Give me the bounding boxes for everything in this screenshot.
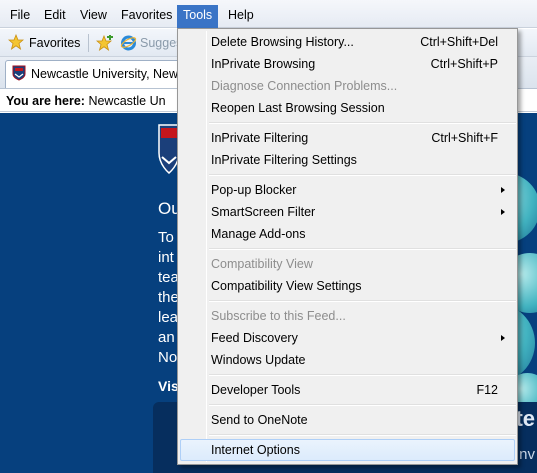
submenu-arrow-icon	[501, 335, 505, 341]
menu-item-inprivate-filtering[interactable]: InPrivate Filtering Ctrl+Shift+F	[180, 127, 515, 149]
menu-separator	[209, 404, 516, 406]
menu-separator	[209, 434, 516, 436]
favorites-button[interactable]: Favorites	[4, 32, 84, 54]
menu-item-label: InPrivate Filtering Settings	[211, 153, 357, 167]
menu-item-diagnose-connection: Diagnose Connection Problems...	[180, 75, 515, 97]
favorites-label: Favorites	[29, 36, 81, 50]
menu-favorites[interactable]: Favorites	[115, 5, 178, 25]
menu-item-shortcut: Ctrl+Shift+P	[430, 57, 498, 71]
menu-item-label: InPrivate Filtering	[211, 131, 309, 145]
page-text-line: the	[158, 289, 179, 306]
menu-item-label: Developer Tools	[211, 383, 301, 397]
menu-item-label: Subscribe to this Feed...	[211, 309, 346, 323]
menu-item-feed-discovery[interactable]: Feed Discovery	[180, 327, 515, 349]
star-icon	[8, 34, 24, 50]
breadcrumb-link[interactable]: Newcastle Un	[88, 94, 165, 108]
menu-separator	[209, 174, 516, 176]
toolbar-separator	[88, 34, 89, 52]
menu-item-manage-add-ons[interactable]: Manage Add-ons	[180, 223, 515, 245]
menu-item-shortcut: Ctrl+Shift+Del	[420, 35, 498, 49]
menu-separator	[209, 374, 516, 376]
page-text-line: No	[158, 349, 178, 366]
menu-item-label: Windows Update	[211, 353, 306, 367]
menu-item-label: Delete Browsing History...	[211, 35, 354, 49]
menu-separator	[209, 300, 516, 302]
add-to-favorites-icon[interactable]	[96, 35, 114, 51]
menu-view[interactable]: View	[74, 5, 113, 25]
page-text-line: tea	[158, 269, 179, 286]
breadcrumb-prefix: You are here:	[6, 94, 85, 108]
page-text-line: int	[158, 249, 174, 266]
menu-item-reopen-last-session[interactable]: Reopen Last Browsing Session	[180, 97, 515, 119]
page-text-line: To	[158, 229, 174, 246]
menu-item-subscribe-feed: Subscribe to this Feed...	[180, 305, 515, 327]
menu-item-inprivate-filtering-settings[interactable]: InPrivate Filtering Settings	[180, 149, 515, 171]
menu-item-label: Internet Options	[211, 443, 300, 457]
menu-item-inprivate-browsing[interactable]: InPrivate Browsing Ctrl+Shift+P	[180, 53, 515, 75]
newcastle-crest-icon	[12, 65, 26, 81]
menu-item-label: SmartScreen Filter	[211, 205, 316, 219]
submenu-arrow-icon	[501, 187, 505, 193]
menu-item-label: Compatibility View Settings	[211, 279, 362, 293]
menu-separator	[209, 122, 516, 124]
menu-item-send-to-onenote[interactable]: Send to OneNote	[180, 409, 515, 431]
menu-item-label: Send to OneNote	[211, 413, 308, 427]
menu-item-label: Diagnose Connection Problems...	[211, 79, 398, 93]
ie-logo-icon	[120, 35, 137, 51]
menu-bar: File Edit View Favorites Tools Help	[0, 0, 537, 28]
tab-newcastle[interactable]: Newcastle University, Newc	[5, 60, 195, 88]
menu-item-shortcut: Ctrl+Shift+F	[431, 131, 498, 145]
menu-item-windows-update[interactable]: Windows Update	[180, 349, 515, 371]
menu-item-compatibility-view-settings[interactable]: Compatibility View Settings	[180, 275, 515, 297]
menu-file[interactable]: File	[4, 5, 36, 25]
menu-item-label: Compatibility View	[211, 257, 313, 271]
menu-item-label: Manage Add-ons	[211, 227, 306, 241]
menu-edit[interactable]: Edit	[38, 5, 72, 25]
menu-item-smartscreen-filter[interactable]: SmartScreen Filter	[180, 201, 515, 223]
menu-item-label: Pop-up Blocker	[211, 183, 297, 197]
page-text-line: an	[158, 329, 175, 346]
menu-item-developer-tools[interactable]: Developer Tools F12	[180, 379, 515, 401]
menu-item-label: InPrivate Browsing	[211, 57, 316, 71]
suggested-sites-button[interactable]: Sugges	[120, 32, 182, 54]
page-text-line: lea	[158, 309, 179, 326]
menu-tools[interactable]: Tools	[177, 5, 219, 28]
menu-item-compatibility-view: Compatibility View	[180, 253, 515, 275]
tools-menu: Delete Browsing History... Ctrl+Shift+De…	[177, 28, 518, 465]
menu-item-internet-options[interactable]: Internet Options	[180, 439, 515, 461]
tab-title: Newcastle University, Newc	[31, 67, 185, 81]
submenu-arrow-icon	[501, 209, 505, 215]
menu-separator	[209, 248, 516, 250]
menu-item-shortcut: F12	[476, 383, 498, 397]
menu-item-delete-browsing-history[interactable]: Delete Browsing History... Ctrl+Shift+De…	[180, 31, 515, 53]
menu-help[interactable]: Help	[222, 5, 260, 25]
menu-item-label: Reopen Last Browsing Session	[211, 101, 385, 115]
menu-item-popup-blocker[interactable]: Pop-up Blocker	[180, 179, 515, 201]
menu-item-label: Feed Discovery	[211, 331, 298, 345]
